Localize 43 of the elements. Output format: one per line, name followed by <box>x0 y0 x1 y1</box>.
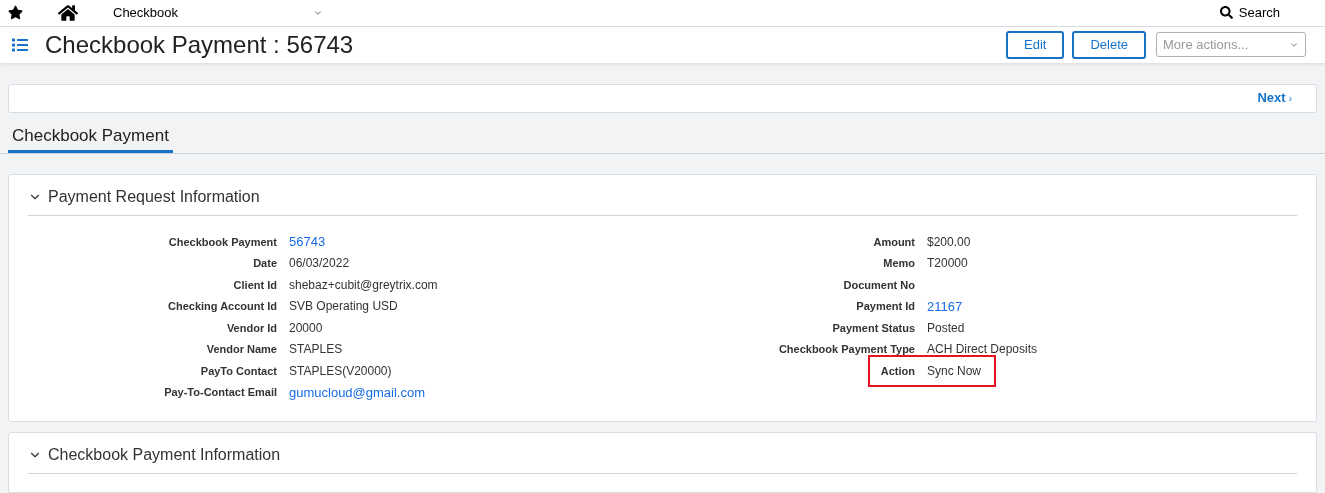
field-value: 06/03/2022 <box>289 255 350 273</box>
field-label: Checking Account Id <box>167 299 278 314</box>
field-value: 20000 <box>289 319 323 337</box>
field-label: PayTo Contact <box>199 363 278 379</box>
field-label: Checkbook Payment Type <box>777 342 916 357</box>
star-icon[interactable] <box>8 5 23 21</box>
section-header[interactable]: Payment Request Information <box>28 185 1297 216</box>
field-label: Vendor Id <box>225 320 278 336</box>
module-dropdown[interactable]: Checkbook <box>113 3 323 23</box>
page-title: Checkbook Payment : 56743 <box>45 29 354 60</box>
field-link[interactable]: 21167 <box>927 296 963 316</box>
more-actions-dropdown[interactable]: More actions... <box>1156 32 1306 58</box>
field-label: Pay-To-Contact Email <box>163 385 278 400</box>
field-label: Date <box>252 256 278 271</box>
field-value: STAPLES(V20000) <box>289 362 392 380</box>
list-icon[interactable] <box>11 36 29 53</box>
field-label: Checkbook Payment <box>167 234 278 250</box>
field-value: $200.00 <box>927 233 971 251</box>
field-label: Action <box>879 363 916 379</box>
field-label: Vendor Name <box>205 342 278 357</box>
field-value: Posted <box>927 319 965 337</box>
field-label: Payment Id <box>855 299 916 314</box>
home-icon[interactable] <box>58 3 78 22</box>
field-label: Client Id <box>232 277 278 293</box>
field-value: ACH Direct Deposits <box>927 341 1038 359</box>
search-button[interactable]: Search <box>1219 3 1280 23</box>
field-label: Document No <box>842 277 916 293</box>
field-value: T20000 <box>927 255 968 273</box>
field-label: Payment Status <box>831 320 916 336</box>
field-value: SVB Operating USD <box>289 298 398 316</box>
action-button[interactable]: Delete <box>1072 30 1146 59</box>
field-link[interactable]: gumucloud@gmail.com <box>289 382 426 402</box>
field-value: shebaz+cubit@greytrix.com <box>289 276 438 294</box>
next-link[interactable]: Next › <box>1257 88 1292 108</box>
action-button[interactable]: Edit <box>1006 30 1065 59</box>
field-label: Amount <box>872 234 916 250</box>
section-header[interactable]: Checkbook Payment Information <box>28 443 1297 474</box>
search-icon <box>1219 6 1233 20</box>
tab[interactable]: Checkbook Payment <box>8 122 173 153</box>
field-link[interactable]: 56743 <box>289 232 326 252</box>
field-value: Sync Now <box>927 362 982 380</box>
field-value: STAPLES <box>289 341 343 359</box>
field-label: Memo <box>882 256 916 271</box>
